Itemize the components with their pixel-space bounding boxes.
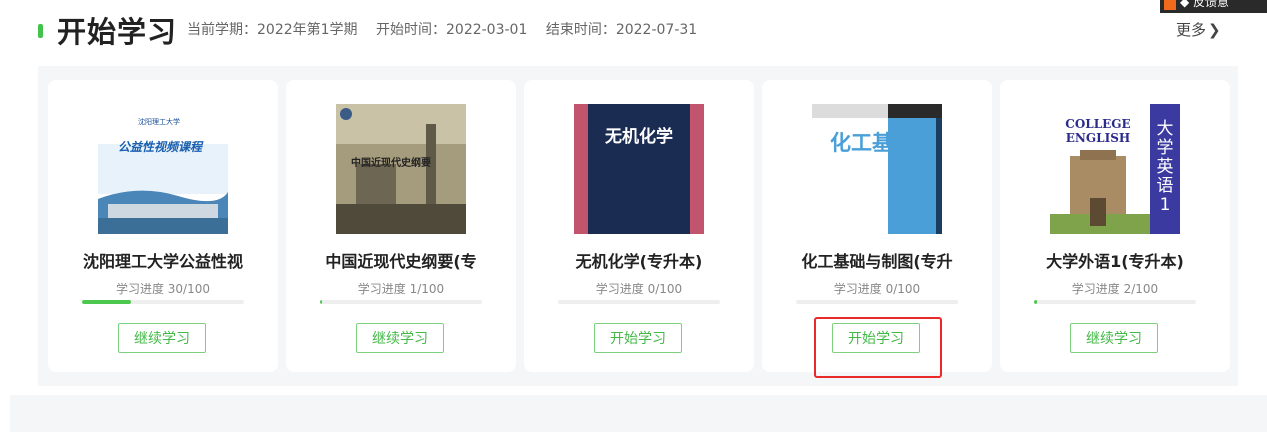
course-cover-image[interactable]: 沈阳理工大学 公益性视频课程 bbox=[98, 104, 228, 234]
course-card[interactable]: 无机化学 无机化学(专升本) 学习进度 0/100 开始学习 bbox=[524, 80, 754, 372]
cover-illustration: 沈阳理工大学 公益性视频课程 bbox=[98, 104, 228, 234]
section-accent-bar bbox=[38, 24, 43, 38]
course-card[interactable]: 沈阳理工大学 公益性视频课程 沈阳理工大学公益性视 学习进度 30/100 继续… bbox=[48, 80, 278, 372]
cover-line2: ENGLISH bbox=[1066, 131, 1130, 145]
progress-label: 学习进度 30/100 bbox=[115, 282, 211, 296]
cover-illustration: 化工基础 bbox=[812, 104, 942, 234]
term-info: 当前学期：2022年第1学期 开始时间：2022-03-01 结束时间：2022… bbox=[187, 20, 711, 40]
current-term: 当前学期：2022年第1学期 bbox=[187, 22, 358, 38]
course-cover-image[interactable]: 化工基础 bbox=[812, 104, 942, 234]
highlight-annotation bbox=[814, 317, 942, 378]
chevron-right-icon: ❯ bbox=[1208, 21, 1221, 39]
continue-learning-button[interactable]: 继续学习 bbox=[1070, 323, 1158, 353]
start-learning-button[interactable]: 开始学习 bbox=[594, 323, 682, 353]
cover-side-title: 大学英语1 bbox=[1156, 119, 1174, 215]
cover-caption: 公益性视频课程 bbox=[118, 140, 204, 154]
course-name[interactable]: 沈阳理工大学公益性视 bbox=[48, 251, 278, 273]
progress-bar bbox=[796, 300, 958, 304]
cover-header-text: 沈阳理工大学 bbox=[138, 117, 180, 126]
continue-learning-button[interactable]: 继续学习 bbox=[356, 323, 444, 353]
cover-caption: 化工基础 bbox=[830, 131, 914, 155]
progress-bar bbox=[320, 300, 482, 304]
course-name[interactable]: 化工基础与制图(专升 bbox=[762, 251, 992, 273]
start-time: 开始时间：2022-03-01 bbox=[376, 22, 528, 38]
continue-learning-button[interactable]: 继续学习 bbox=[118, 323, 206, 353]
course-name[interactable]: 无机化学(专升本) bbox=[524, 251, 754, 273]
course-card[interactable]: COLLEGE ENGLISH 大学英语1 大学外语1(专升本) 学习进度 2/… bbox=[1000, 80, 1230, 372]
lower-section-background bbox=[10, 395, 1267, 432]
end-time: 结束时间：2022-07-31 bbox=[545, 22, 698, 38]
cover-illustration: 中国近现代史纲要 bbox=[336, 104, 466, 234]
feedback-label: ◆ 反馈意 bbox=[1180, 0, 1230, 9]
progress-bar bbox=[1034, 300, 1196, 304]
progress-fill bbox=[320, 300, 323, 304]
course-cover-image[interactable]: 无机化学 bbox=[574, 104, 704, 234]
progress-fill bbox=[1034, 300, 1038, 304]
cover-illustration: 无机化学 bbox=[574, 104, 704, 234]
progress-bar bbox=[82, 300, 244, 304]
progress-label: 学习进度 0/100 bbox=[833, 282, 921, 296]
feedback-icon bbox=[1164, 0, 1176, 10]
feedback-widget[interactable]: ◆ 反馈意 bbox=[1160, 0, 1267, 13]
more-label: 更多 bbox=[1176, 21, 1207, 39]
course-cover-image[interactable]: 中国近现代史纲要 bbox=[336, 104, 466, 234]
progress-label: 学习进度 2/100 bbox=[1071, 282, 1159, 296]
cover-caption: 无机化学 bbox=[604, 126, 673, 147]
section-title: 开始学习 bbox=[57, 15, 178, 49]
progress-label: 学习进度 0/100 bbox=[595, 282, 683, 296]
progress-fill bbox=[82, 300, 131, 304]
course-name[interactable]: 中国近现代史纲要(专 bbox=[286, 251, 516, 273]
progress-label: 学习进度 1/100 bbox=[357, 282, 445, 296]
course-cover-image[interactable]: COLLEGE ENGLISH 大学英语1 bbox=[1050, 104, 1180, 234]
progress-bar bbox=[558, 300, 720, 304]
course-name[interactable]: 大学外语1(专升本) bbox=[1000, 251, 1230, 273]
cover-line1: COLLEGE bbox=[1065, 117, 1130, 131]
course-card[interactable]: 中国近现代史纲要 中国近现代史纲要(专 学习进度 1/100 继续学习 bbox=[286, 80, 516, 372]
cover-caption: 中国近现代史纲要 bbox=[351, 156, 431, 169]
more-link[interactable]: 更多 ❯ bbox=[1176, 20, 1221, 40]
